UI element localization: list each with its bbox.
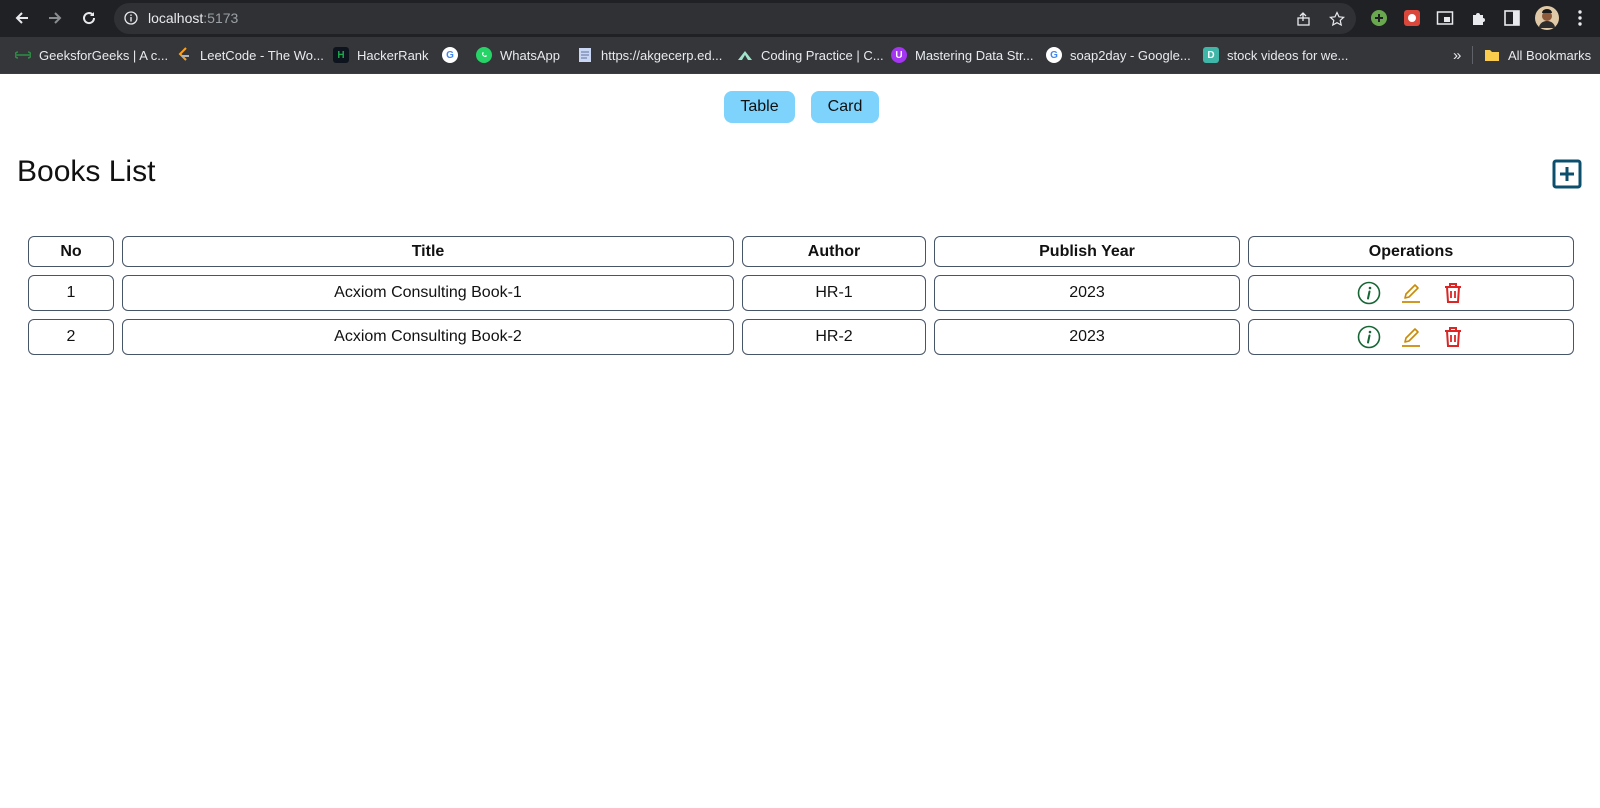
- profile-avatar[interactable]: [1535, 6, 1559, 30]
- column-header-publish-year: Publish Year: [934, 236, 1240, 267]
- bookmark-label: soap2day - Google...: [1070, 47, 1191, 63]
- info-icon[interactable]: [1357, 281, 1381, 305]
- bookmark-label: Mastering Data Str...: [915, 47, 1034, 63]
- all-bookmarks-button[interactable]: All Bookmarks: [1484, 46, 1591, 64]
- url-port: :5173: [203, 10, 239, 26]
- cell-no: 2: [28, 319, 114, 355]
- bookmark-label: https://akgecerp.ed...: [601, 47, 723, 63]
- table-row: 1 Acxiom Consulting Book-1 HR-1 2023: [28, 275, 1574, 311]
- bookmark-soap2day[interactable]: G soap2day - Google...: [1046, 46, 1191, 64]
- column-header-title: Title: [122, 236, 734, 267]
- bookmark-geeksforgeeks[interactable]: GeeksforGeeks | A c...: [15, 46, 168, 64]
- delete-icon[interactable]: [1441, 325, 1465, 349]
- star-icon[interactable]: [1329, 11, 1345, 27]
- add-book-icon[interactable]: [1552, 159, 1582, 189]
- table-view-button[interactable]: Table: [724, 91, 795, 123]
- edit-icon[interactable]: [1399, 281, 1423, 305]
- codingninjas-icon: [737, 47, 753, 63]
- back-arrow-icon[interactable]: [12, 8, 32, 28]
- d-icon: D: [1203, 47, 1219, 63]
- browser-toolbar: localhost:5173: [0, 0, 1600, 37]
- column-header-operations: Operations: [1248, 236, 1574, 267]
- cell-title: Acxiom Consulting Book-2: [122, 319, 734, 355]
- bookmark-label: Coding Practice | C...: [761, 47, 884, 63]
- all-bookmarks-label: All Bookmarks: [1508, 47, 1592, 63]
- cell-publish-year: 2023: [934, 319, 1240, 355]
- bookmark-label: WhatsApp: [500, 47, 560, 63]
- reload-icon[interactable]: [79, 8, 99, 28]
- bookmarks-divider: [1472, 46, 1473, 64]
- cell-title: Acxiom Consulting Book-1: [122, 275, 734, 311]
- bookmark-label: LeetCode - The Wo...: [200, 47, 324, 63]
- url-text: localhost:5173: [148, 10, 238, 26]
- bookmark-hackerrank[interactable]: H HackerRank: [333, 46, 429, 64]
- bookmark-google[interactable]: G: [442, 46, 458, 64]
- bookmark-whatsapp[interactable]: WhatsApp: [476, 46, 560, 64]
- table-header-row: No Title Author Publish Year Operations: [28, 236, 1574, 267]
- delete-icon[interactable]: [1441, 281, 1465, 305]
- column-header-no: No: [28, 236, 114, 267]
- bookmarks-bar: GeeksforGeeks | A c... LeetCode - The Wo…: [0, 37, 1600, 74]
- table-row: 2 Acxiom Consulting Book-2 HR-2 2023: [28, 319, 1574, 355]
- folder-icon: [1484, 47, 1500, 63]
- bookmark-mastering-data[interactable]: U Mastering Data Str...: [891, 46, 1034, 64]
- bookmark-leetcode[interactable]: LeetCode - The Wo...: [176, 46, 324, 64]
- extension-red-icon[interactable]: [1402, 8, 1422, 28]
- bookmark-label: GeeksforGeeks | A c...: [39, 47, 169, 63]
- leetcode-icon: [176, 47, 192, 63]
- site-info-icon[interactable]: [124, 11, 138, 25]
- bookmark-label: HackerRank: [357, 47, 429, 63]
- bookmark-stock-videos[interactable]: D stock videos for we...: [1203, 46, 1348, 64]
- page-content: Table Card Books List No Title Author Pu…: [0, 73, 1600, 808]
- cell-author: HR-2: [742, 319, 926, 355]
- bookmarks-overflow-button[interactable]: »: [1453, 46, 1461, 64]
- google-icon: G: [1046, 47, 1062, 63]
- chevron-double-right-icon: »: [1453, 46, 1462, 64]
- card-view-button[interactable]: Card: [811, 91, 879, 123]
- bookmark-coding-practice[interactable]: Coding Practice | C...: [737, 46, 884, 64]
- bookmark-label: stock videos for we...: [1227, 47, 1349, 63]
- url-host: localhost: [148, 10, 204, 26]
- cell-operations: [1248, 275, 1574, 311]
- document-icon: [577, 47, 593, 63]
- cell-author: HR-1: [742, 275, 926, 311]
- address-bar[interactable]: localhost:5173: [114, 3, 1356, 34]
- column-header-author: Author: [742, 236, 926, 267]
- menu-kebab-icon[interactable]: [1570, 8, 1590, 28]
- info-icon[interactable]: [1357, 325, 1381, 349]
- page-title: Books List: [17, 155, 156, 188]
- share-icon[interactable]: [1296, 11, 1312, 27]
- extension-green-plus-icon[interactable]: [1369, 8, 1389, 28]
- cell-publish-year: 2023: [934, 275, 1240, 311]
- books-table: No Title Author Publish Year Operations …: [20, 228, 1582, 363]
- gfg-icon: [15, 47, 31, 63]
- cell-no: 1: [28, 275, 114, 311]
- hackerrank-icon: H: [333, 47, 349, 63]
- forward-arrow-icon[interactable]: [45, 8, 65, 28]
- google-icon: G: [442, 47, 458, 63]
- edit-icon[interactable]: [1399, 325, 1423, 349]
- bookmark-akgecerp[interactable]: https://akgecerp.ed...: [577, 46, 722, 64]
- cell-operations: [1248, 319, 1574, 355]
- whatsapp-icon: [476, 47, 492, 63]
- extensions-puzzle-icon[interactable]: [1469, 8, 1489, 28]
- side-panel-icon[interactable]: [1502, 8, 1522, 28]
- picture-in-picture-icon[interactable]: [1435, 8, 1455, 28]
- udemy-icon: U: [891, 47, 907, 63]
